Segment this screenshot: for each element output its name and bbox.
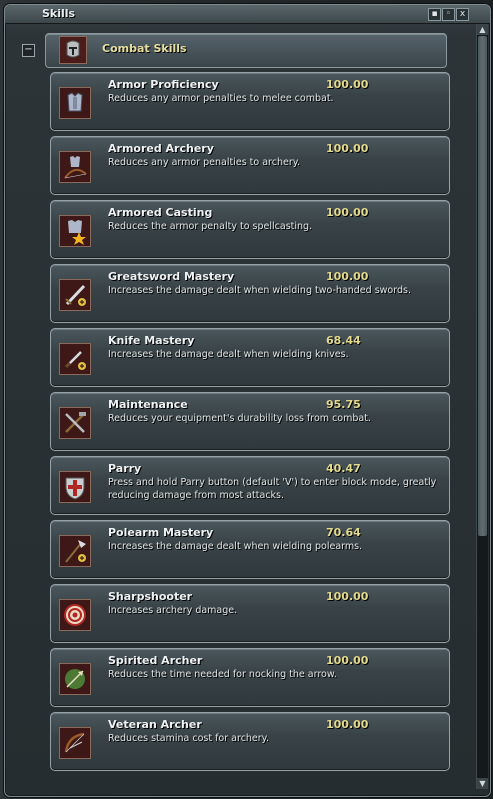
skill-value: 100.00 [326, 78, 369, 91]
armor-star-icon [59, 215, 91, 247]
skill-row-armor-proficiency[interactable]: Armor Proficiency 100.00 Reduces any armor… [50, 72, 450, 131]
skill-name: Polearm Mastery [108, 526, 214, 539]
skill-row-spirited-archer[interactable]: Spirited Archer 100.00 Reduces the time ne… [50, 648, 450, 707]
skill-description: Increases the damage dealt when wielding… [108, 541, 363, 552]
skill-value: 68.44 [326, 334, 361, 347]
skill-name: Knife Mastery [108, 334, 195, 347]
skill-value: 100.00 [326, 142, 369, 155]
shield-icon [59, 471, 91, 503]
skill-value: 100.00 [326, 718, 369, 731]
window-title: Skills [42, 7, 76, 20]
bow-icon [59, 727, 91, 759]
skill-row-sharpshooter[interactable]: Sharpshooter 100.00 Increases archery dama… [50, 584, 450, 643]
skill-row-polearm-mastery[interactable]: Polearm Mastery 70.64 Increases the damage… [50, 520, 450, 579]
skill-description: Reduces any armor penalties to melee com… [108, 93, 334, 104]
skill-description: Reduces any armor penalties to archery. [108, 157, 301, 168]
skill-name: Maintenance [108, 398, 188, 411]
skill-value: 100.00 [326, 590, 369, 603]
skill-value: 70.64 [326, 526, 361, 539]
scroll-thumb[interactable] [478, 36, 487, 536]
close-button[interactable]: x [456, 8, 469, 21]
knife-icon [59, 343, 91, 375]
scroll-down-arrow-icon[interactable]: ▼ [477, 778, 488, 789]
skill-description: Increases the damage dealt when wielding… [108, 349, 349, 360]
skill-name: Armor Proficiency [108, 78, 219, 91]
skill-value: 100.00 [326, 654, 369, 667]
arrow-icon [59, 663, 91, 695]
skill-value: 100.00 [326, 206, 369, 219]
skill-row-maintenance[interactable]: Maintenance 95.75 Reduces your equipment's… [50, 392, 450, 451]
armor-bow-icon [59, 151, 91, 183]
skill-row-knife-mastery[interactable]: Knife Mastery 68.44 Increases the damage d… [50, 328, 450, 387]
category-label: Combat Skills [102, 42, 187, 55]
skill-name: Armored Archery [108, 142, 214, 155]
skill-description: Press and hold Parry button (default 'V'… [108, 477, 437, 501]
skill-value: 95.75 [326, 398, 361, 411]
skill-name: Spirited Archer [108, 654, 203, 667]
polearm-icon [59, 535, 91, 567]
category-combat-skills[interactable]: Combat Skills [45, 33, 447, 68]
title-bar[interactable]: Skills ▪ ◦ x [5, 5, 490, 24]
helmet-icon [59, 36, 87, 64]
skill-description: Increases archery damage. [108, 605, 238, 616]
armor-icon [59, 87, 91, 119]
scroll-up-arrow-icon[interactable]: ▲ [477, 24, 488, 35]
minimize-button[interactable]: ▪ [428, 8, 441, 21]
skill-description: Reduces the armor penalty to spellcastin… [108, 221, 313, 232]
skill-name: Armored Casting [108, 206, 213, 219]
greatsword-icon [59, 279, 91, 311]
skill-value: 100.00 [326, 270, 369, 283]
skill-description: Increases the damage dealt when wielding… [108, 285, 411, 296]
skill-description: Reduces stamina cost for archery. [108, 733, 269, 744]
skill-row-veteran-archer[interactable]: Veteran Archer 100.00 Reduces stamina cost… [50, 712, 450, 771]
skill-description: Reduces the time needed for nocking the … [108, 669, 337, 680]
skill-value: 40.47 [326, 462, 361, 475]
skill-name: Greatsword Mastery [108, 270, 235, 283]
collapse-toggle-button[interactable]: − [22, 44, 35, 57]
skill-name: Sharpshooter [108, 590, 193, 603]
skill-row-greatsword-mastery[interactable]: Greatsword Mastery 100.00 Increases the da… [50, 264, 450, 323]
skill-row-parry[interactable]: Parry 40.47 Press and hold Parry button (d… [50, 456, 450, 515]
skill-row-armored-casting[interactable]: Armored Casting 100.00 Reduces the armor p… [50, 200, 450, 259]
restore-button[interactable]: ◦ [442, 8, 455, 21]
scrollbar[interactable]: ▲ ▼ [476, 24, 488, 789]
skill-description: Reduces your equipment's durability loss… [108, 413, 371, 424]
tools-icon [59, 407, 91, 439]
skill-name: Parry [108, 462, 142, 475]
target-icon [59, 599, 91, 631]
skill-row-armored-archery[interactable]: Armored Archery 100.00 Reduces any armor p… [50, 136, 450, 195]
skill-name: Veteran Archer [108, 718, 202, 731]
